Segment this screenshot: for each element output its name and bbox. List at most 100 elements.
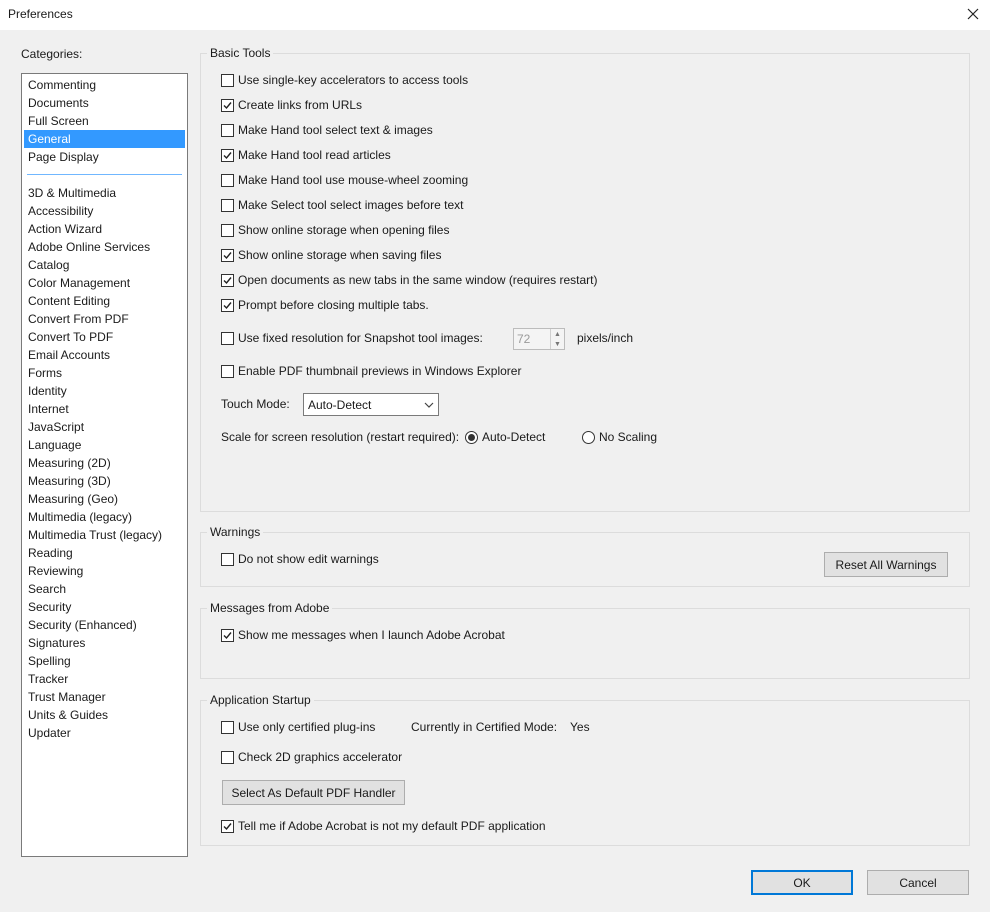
basic-tools-option-label: Create links from URLs [238,98,363,112]
basic-tools-checkbox[interactable] [221,73,234,87]
snapshot-resolution-checkbox[interactable] [221,331,234,345]
basic-tools-option[interactable]: Use single-key accelerators to access to… [221,73,468,87]
title-bar: Preferences [0,0,990,30]
category-security-enhanced[interactable]: Security (Enhanced) [24,616,185,634]
category-convert-from-pdf[interactable]: Convert From PDF [24,310,185,328]
category-commenting[interactable]: Commenting [24,76,185,94]
category-trust-manager[interactable]: Trust Manager [24,688,185,706]
stepper-down-icon[interactable]: ▼ [551,339,564,349]
edit-warnings-checkbox[interactable] [221,552,234,566]
category-adobe-online-services[interactable]: Adobe Online Services [24,238,185,256]
basic-tools-option[interactable]: Make Hand tool select text & images [221,123,433,137]
reset-warnings-button[interactable]: Reset All Warnings [824,552,948,577]
category-measuring-2d[interactable]: Measuring (2D) [24,454,185,472]
basic-tools-checkbox[interactable] [221,198,234,212]
category-spelling[interactable]: Spelling [24,652,185,670]
scale-auto-detect-radio[interactable] [465,430,478,444]
radio-selected-dot [468,433,475,441]
category-email-accounts[interactable]: Email Accounts [24,346,185,364]
messages-group: Messages from Adobe [200,601,970,679]
checkmark-icon [223,301,232,309]
certified-mode-value: Yes [570,720,590,734]
snapshot-resolution-stepper[interactable]: 72 ▲ ▼ [513,328,565,350]
cancel-button[interactable]: Cancel [867,870,969,895]
default-app-check-checkbox[interactable] [221,819,234,833]
graphics-accelerator-option[interactable]: Check 2D graphics accelerator [221,750,402,764]
basic-tools-option-label: Prompt before closing multiple tabs. [238,298,429,312]
category-documents[interactable]: Documents [24,94,185,112]
stepper-up-icon[interactable]: ▲ [551,329,564,339]
category-convert-to-pdf[interactable]: Convert To PDF [24,328,185,346]
default-app-check-label: Tell me if Adobe Acrobat is not my defau… [238,819,546,833]
basic-tools-checkbox[interactable] [221,173,234,187]
category-reading[interactable]: Reading [24,544,185,562]
scale-auto-detect-label: Auto-Detect [482,430,546,444]
thumbnail-preview-option[interactable]: Enable PDF thumbnail previews in Windows… [221,364,521,378]
category-measuring-geo[interactable]: Measuring (Geo) [24,490,185,508]
basic-tools-checkbox[interactable] [221,223,234,237]
category-forms[interactable]: Forms [24,364,185,382]
basic-tools-checkbox[interactable] [221,298,234,312]
launch-messages-checkbox[interactable] [221,628,234,642]
basic-tools-option[interactable]: Make Hand tool use mouse-wheel zooming [221,173,468,187]
warnings-title: Warnings [207,525,264,539]
category-general[interactable]: General [24,130,185,148]
ok-button[interactable]: OK [751,870,853,895]
scale-no-scaling-radio[interactable] [582,430,595,444]
category-catalog[interactable]: Catalog [24,256,185,274]
launch-messages-label: Show me messages when I launch Adobe Acr… [238,628,505,642]
default-pdf-handler-button[interactable]: Select As Default PDF Handler [222,780,405,805]
category-language[interactable]: Language [24,436,185,454]
category-units-guides[interactable]: Units & Guides [24,706,185,724]
basic-tools-option[interactable]: Prompt before closing multiple tabs. [221,298,429,312]
scale-auto-detect-option[interactable]: Auto-Detect [465,430,545,444]
category-measuring-3d[interactable]: Measuring (3D) [24,472,185,490]
category-multimedia-legacy[interactable]: Multimedia (legacy) [24,508,185,526]
category-signatures[interactable]: Signatures [24,634,185,652]
basic-tools-option[interactable]: Show online storage when saving files [221,248,441,262]
category-multimedia-trust-legacy[interactable]: Multimedia Trust (legacy) [24,526,185,544]
basic-tools-option[interactable]: Show online storage when opening files [221,223,449,237]
category-3d-multimedia[interactable]: 3D & Multimedia [24,184,185,202]
category-tracker[interactable]: Tracker [24,670,185,688]
scale-label: Scale for screen resolution (restart req… [221,430,460,444]
scale-no-scaling-label: No Scaling [599,430,658,444]
basic-tools-option[interactable]: Make Hand tool read articles [221,148,391,162]
basic-tools-checkbox[interactable] [221,273,234,287]
category-page-display[interactable]: Page Display [24,148,185,166]
category-action-wizard[interactable]: Action Wizard [24,220,185,238]
basic-tools-checkbox[interactable] [221,248,234,262]
snapshot-resolution-option[interactable]: Use fixed resolution for Snapshot tool i… [221,331,483,345]
category-accessibility[interactable]: Accessibility [24,202,185,220]
category-identity[interactable]: Identity [24,382,185,400]
category-reviewing[interactable]: Reviewing [24,562,185,580]
categories-list[interactable]: Commenting Documents Full Screen General Pag… [21,73,188,857]
basic-tools-option[interactable]: Make Select tool select images before te… [221,198,463,212]
basic-tools-checkbox[interactable] [221,98,234,112]
category-search[interactable]: Search [24,580,185,598]
thumbnail-preview-checkbox[interactable] [221,364,234,378]
basic-tools-option[interactable]: Create links from URLs [221,98,362,112]
category-color-management[interactable]: Color Management [24,274,185,292]
scale-no-scaling-option[interactable]: No Scaling [582,430,657,444]
category-security[interactable]: Security [24,598,185,616]
category-full-screen[interactable]: Full Screen [24,112,185,130]
edit-warnings-option[interactable]: Do not show edit warnings [221,552,379,566]
default-app-check-option[interactable]: Tell me if Adobe Acrobat is not my defau… [221,819,546,833]
certified-plugins-label: Use only certified plug-ins [238,720,376,734]
category-internet[interactable]: Internet [24,400,185,418]
basic-tools-checkbox[interactable] [221,148,234,162]
checkmark-icon [223,251,232,259]
graphics-accelerator-checkbox[interactable] [221,750,234,764]
launch-messages-option[interactable]: Show me messages when I launch Adobe Acr… [221,628,505,642]
checkmark-icon [223,101,232,109]
category-javascript[interactable]: JavaScript [24,418,185,436]
certified-plugins-checkbox[interactable] [221,720,234,734]
category-updater[interactable]: Updater [24,724,185,742]
category-content-editing[interactable]: Content Editing [24,292,185,310]
basic-tools-option[interactable]: Open documents as new tabs in the same w… [221,273,598,287]
basic-tools-checkbox[interactable] [221,123,234,137]
touch-mode-select[interactable]: Auto-Detect [303,393,439,416]
certified-plugins-option[interactable]: Use only certified plug-ins [221,720,375,734]
close-button[interactable] [960,2,986,26]
